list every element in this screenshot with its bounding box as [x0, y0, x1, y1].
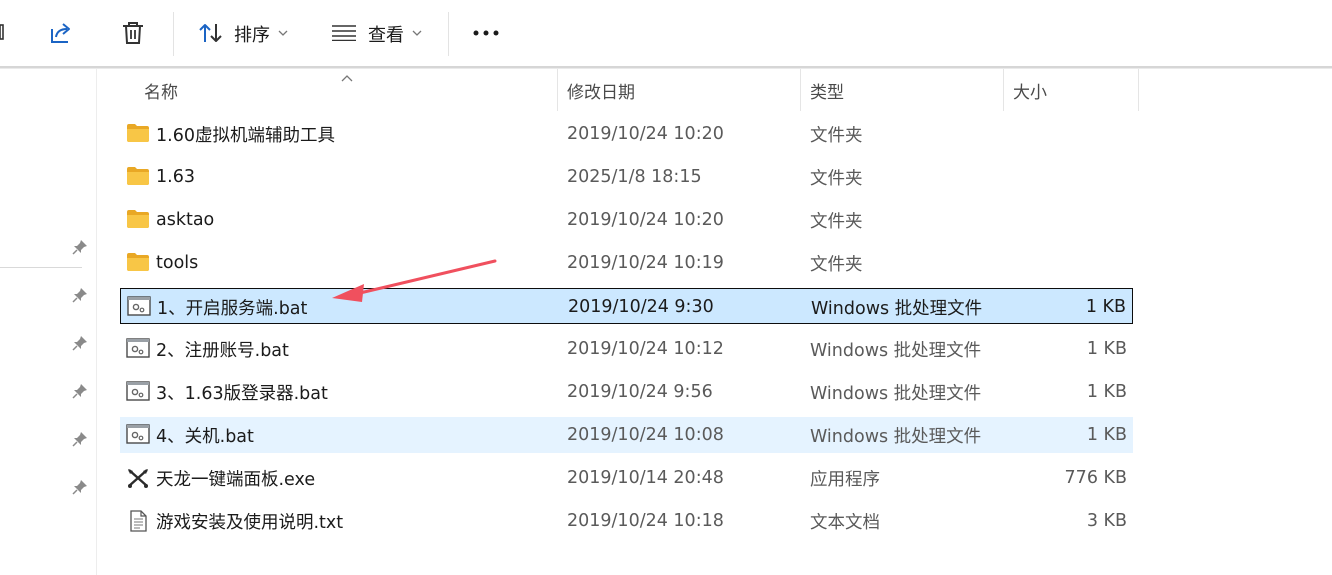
column-resize-handle[interactable] [1138, 69, 1139, 111]
column-header-size-label: 大小 [1013, 82, 1047, 103]
column-header-size[interactable]: 大小 [1013, 69, 1133, 111]
file-modified-date: 2019/10/24 10:19 [567, 253, 724, 273]
file-name: 3、1.63版登录器.bat [156, 383, 328, 404]
file-row[interactable]: asktao 2019/10/24 10:20 文件夹 [120, 202, 1133, 238]
file-type: Windows 批处理文件 [810, 426, 982, 447]
view-button[interactable]: 查看 [326, 14, 430, 52]
folder-icon [126, 123, 150, 145]
more-icon [473, 30, 499, 36]
file-name: 1、开启服务端.bat [157, 298, 308, 319]
file-row[interactable]: 游戏安装及使用说明.txt 2019/10/24 10:18 文本文档 3 KB [120, 503, 1133, 539]
file-row[interactable]: 1.63 2025/1/8 18:15 文件夹 [120, 159, 1133, 195]
cut-off-icon[interactable] [0, 22, 6, 42]
column-resize-handle[interactable] [557, 69, 558, 111]
folder-icon [126, 166, 150, 188]
column-header-type[interactable]: 类型 [810, 69, 1000, 111]
pin-icon[interactable] [72, 239, 88, 255]
more-options-button[interactable] [466, 16, 506, 50]
sort-label: 排序 [234, 25, 270, 46]
file-row[interactable]: 1、开启服务端.bat 2019/10/24 9:30 Windows 批处理文件 1… [120, 288, 1133, 324]
file-name: tools [156, 253, 199, 273]
file-name: 1.60虚拟机端辅助工具 [156, 125, 335, 146]
file-modified-date: 2019/10/24 10:20 [567, 124, 724, 144]
file-size: 1 KB [1086, 339, 1127, 359]
file-row[interactable]: 4、关机.bat 2019/10/24 10:08 Windows 批处理文件 1 K… [120, 417, 1133, 453]
file-type: 文件夹 [810, 168, 863, 189]
file-modified-date: 2019/10/24 9:30 [568, 297, 714, 317]
file-type: Windows 批处理文件 [810, 383, 982, 404]
file-size: 776 KB [1064, 468, 1127, 488]
file-type: 文件夹 [810, 125, 863, 146]
pin-icon[interactable] [72, 479, 88, 495]
column-resize-handle[interactable] [800, 69, 801, 111]
batch-file-icon [126, 381, 150, 403]
file-name: asktao [156, 210, 215, 230]
file-name: 2、注册账号.bat [156, 340, 289, 361]
file-size: 3 KB [1086, 511, 1127, 531]
file-size: 1 KB [1086, 425, 1127, 445]
trash-icon [123, 22, 143, 44]
batch-file-icon [126, 424, 150, 446]
share-icon [51, 23, 70, 43]
file-type: 应用程序 [810, 469, 880, 490]
sort-button[interactable]: 排序 [192, 14, 296, 52]
executable-icon [126, 467, 150, 489]
file-modified-date: 2019/10/24 10:18 [567, 511, 724, 531]
file-type: Windows 批处理文件 [810, 340, 982, 361]
pin-icon[interactable] [72, 335, 88, 351]
file-modified-date: 2019/10/14 20:48 [567, 468, 724, 488]
chevron-down-icon [412, 30, 422, 36]
file-modified-date: 2025/1/8 18:15 [567, 167, 702, 187]
sort-icon [199, 24, 222, 42]
file-name: 天龙一键端面板.exe [156, 469, 316, 490]
command-bar: 排序 查看 [0, 0, 1332, 66]
file-type: 文件夹 [810, 254, 863, 275]
chevron-down-icon [278, 30, 288, 36]
batch-file-icon [127, 296, 151, 318]
file-modified-date: 2019/10/24 9:56 [567, 382, 713, 402]
nav-divider [0, 267, 82, 268]
file-modified-date: 2019/10/24 10:20 [567, 210, 724, 230]
share-button[interactable] [44, 16, 78, 50]
column-header-type-label: 类型 [810, 82, 844, 103]
column-header-name-label: 名称 [144, 82, 178, 103]
file-type: Windows 批处理文件 [811, 298, 983, 319]
file-name: 4、关机.bat [156, 426, 254, 447]
file-size: 1 KB [1086, 382, 1127, 402]
toolbar-separator [448, 12, 449, 56]
file-size: 1 KB [1085, 297, 1126, 317]
column-resize-handle[interactable] [1003, 69, 1004, 111]
navigation-pane-edge[interactable] [96, 69, 97, 575]
text-document-icon [126, 510, 150, 532]
batch-file-icon [126, 338, 150, 360]
file-row[interactable]: 天龙一键端面板.exe 2019/10/14 20:48 应用程序 776 KB [120, 460, 1133, 496]
column-header-date[interactable]: 修改日期 [567, 69, 797, 111]
file-name: 游戏安装及使用说明.txt [156, 512, 344, 533]
file-type: 文件夹 [810, 211, 863, 232]
file-row[interactable]: 2、注册账号.bat 2019/10/24 10:12 Windows 批处理文件 1… [120, 331, 1133, 367]
pin-icon[interactable] [72, 287, 88, 303]
file-row[interactable]: 1.60虚拟机端辅助工具 2019/10/24 10:20 文件夹 [120, 116, 1133, 152]
pin-icon[interactable] [72, 431, 88, 447]
view-label: 查看 [368, 25, 404, 46]
file-name: 1.63 [156, 167, 195, 187]
file-row[interactable]: 3、1.63版登录器.bat 2019/10/24 9:56 Windows 批处理… [120, 374, 1133, 410]
file-type: 文本文档 [810, 512, 880, 533]
file-modified-date: 2019/10/24 10:12 [567, 339, 724, 359]
column-header-name[interactable]: 名称 [144, 69, 554, 111]
folder-icon [126, 209, 150, 231]
folder-icon [126, 252, 150, 274]
navigation-pane [0, 69, 96, 575]
delete-button[interactable] [116, 16, 150, 50]
toolbar-separator [173, 12, 174, 56]
file-modified-date: 2019/10/24 10:08 [567, 425, 724, 445]
view-list-icon [332, 25, 356, 41]
column-header-date-label: 修改日期 [567, 82, 635, 103]
pin-icon[interactable] [72, 383, 88, 399]
file-row[interactable]: tools 2019/10/24 10:19 文件夹 [120, 245, 1133, 281]
